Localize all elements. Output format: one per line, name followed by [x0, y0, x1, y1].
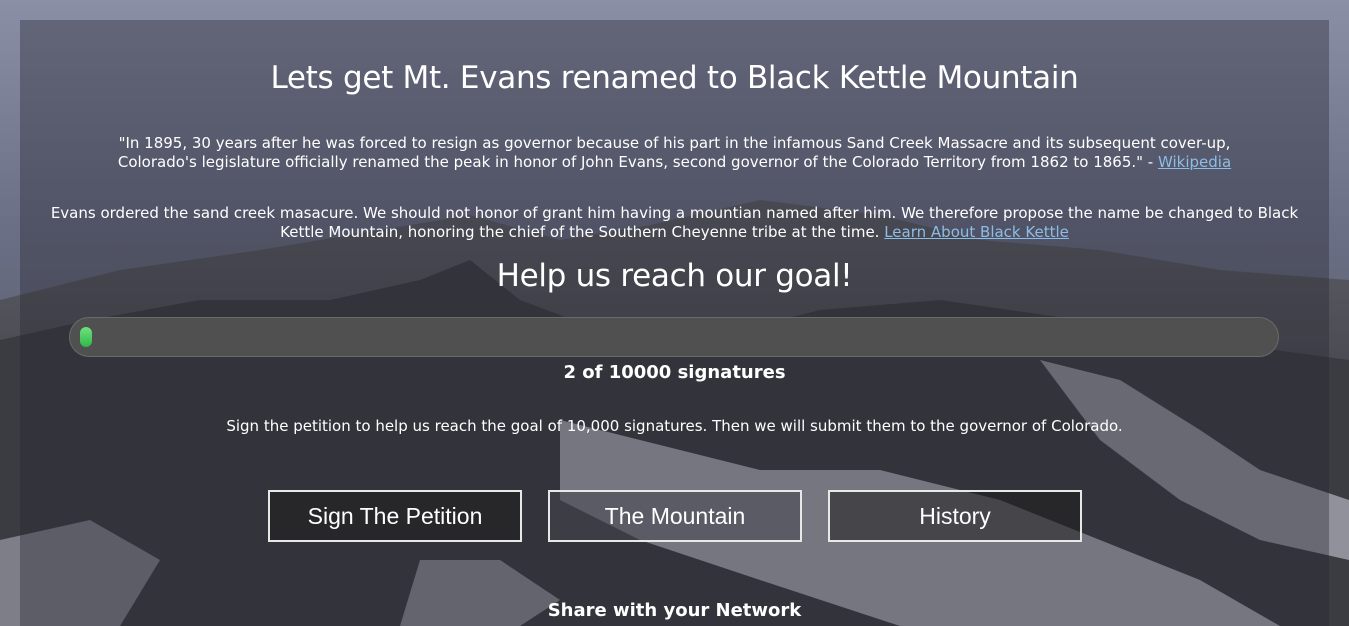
- signature-progress-bar: [69, 317, 1279, 357]
- share-heading: Share with your Network: [547, 600, 802, 621]
- wikipedia-quote: "In 1895, 30 years after he was forced t…: [80, 134, 1269, 172]
- learn-about-black-kettle-link[interactable]: Learn About Black Kettle: [884, 223, 1069, 241]
- signature-count: 2 of 10000 signatures: [563, 362, 786, 383]
- proposal-text: Evans ordered the sand creek masacure. W…: [50, 204, 1299, 241]
- page-title: Lets get Mt. Evans renamed to Black Kett…: [270, 60, 1079, 96]
- proposal-paragraph: Evans ordered the sand creek masacure. W…: [50, 204, 1299, 242]
- petition-description: Sign the petition to help us reach the g…: [226, 417, 1123, 435]
- wikipedia-link[interactable]: Wikipedia: [1158, 153, 1231, 171]
- sign-petition-button[interactable]: Sign The Petition: [268, 490, 522, 542]
- page: Lets get Mt. Evans renamed to Black Kett…: [0, 0, 1349, 626]
- quote-text: "In 1895, 30 years after he was forced t…: [117, 134, 1231, 171]
- signature-progress-fill: [80, 327, 92, 347]
- the-mountain-button[interactable]: The Mountain: [548, 490, 802, 542]
- history-button[interactable]: History: [828, 490, 1082, 542]
- goal-heading: Help us reach our goal!: [496, 258, 853, 294]
- content-panel: Lets get Mt. Evans renamed to Black Kett…: [20, 20, 1329, 626]
